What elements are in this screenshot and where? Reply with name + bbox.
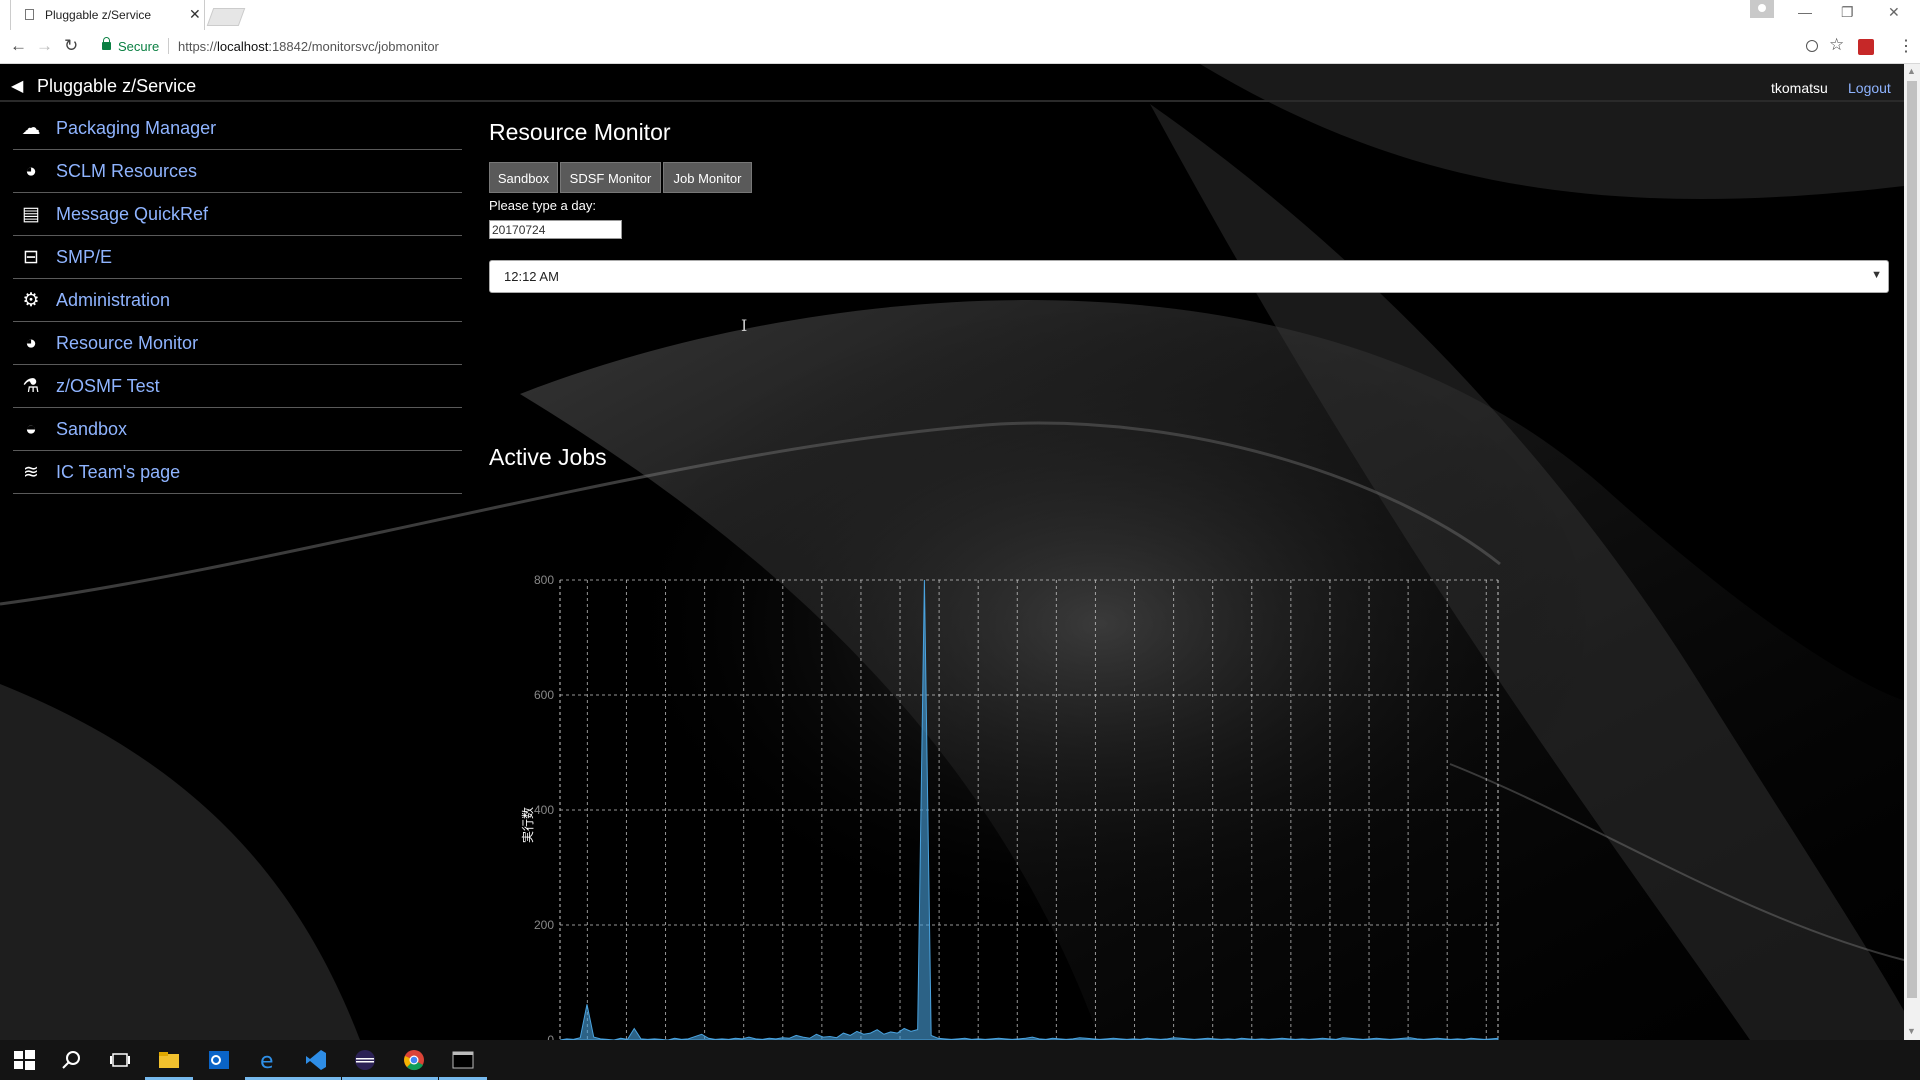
time-select-value: 12:12 AM: [504, 269, 559, 284]
pie-chart-icon: ◕: [25, 333, 37, 354]
sidebar-item-label: SMP/E: [56, 247, 113, 267]
bucket-icon: ◒: [25, 419, 37, 440]
tab-sandbox[interactable]: Sandbox: [489, 162, 558, 193]
gear-icon: ⚙: [22, 290, 40, 311]
tab-sdsf-monitor[interactable]: SDSF Monitor: [560, 162, 661, 193]
sidebar-item-sclm-resources[interactable]: ◕ SCLM Resources: [13, 150, 462, 193]
command-prompt-icon[interactable]: [451, 1048, 475, 1072]
url-field[interactable]: https://localhost:18842/monitorsvc/jobmo…: [178, 39, 439, 54]
sidebar-item-label: IC Team's page: [56, 462, 181, 482]
secure-label: Secure: [118, 39, 160, 54]
scroll-up-icon[interactable]: ▲: [1907, 66, 1916, 76]
page-title: Resource Monitor: [489, 119, 671, 145]
sidebar-item-administration[interactable]: ⚙ Administration: [13, 279, 462, 322]
sidebar-item-smpe[interactable]: ⊟ SMP/E: [13, 236, 462, 279]
sidebar-item-zosmf-test[interactable]: ⚗ z/OSMF Test: [13, 365, 462, 408]
cloud-upload-icon: ☁: [21, 118, 41, 139]
sidebar-item-ic-team[interactable]: ≋ IC Team's page: [13, 451, 462, 494]
page-favicon-icon: [25, 9, 34, 20]
y-tick-label: 400: [534, 803, 554, 817]
search-icon[interactable]: [60, 1048, 84, 1072]
extension-icon[interactable]: [1858, 39, 1874, 55]
y-axis-label: 実行数: [520, 807, 535, 843]
day-input[interactable]: [489, 220, 622, 239]
sidebar-item-label: Resource Monitor: [56, 333, 199, 353]
sidebar-item-label: Message QuickRef: [56, 204, 209, 224]
close-tab-icon[interactable]: ✕: [189, 6, 201, 23]
sidebar-item-label: z/OSMF Test: [56, 376, 160, 396]
tab-job-monitor[interactable]: Job Monitor: [663, 162, 752, 193]
time-select[interactable]: 12:12 AM ▼: [489, 260, 1889, 293]
y-tick-label: 0: [547, 1033, 554, 1040]
url-path: :18842/monitorsvc/jobmonitor: [268, 39, 439, 54]
sidebar: ☁ Packaging Manager ◕ SCLM Resources ▤ M…: [13, 107, 462, 494]
plug-icon: ◀: [11, 78, 24, 95]
file-explorer-icon[interactable]: [157, 1048, 181, 1072]
url-divider: [168, 38, 169, 54]
browser-tabstrip: Pluggable z/Service ✕ — ❐ ✕: [0, 0, 1920, 30]
task-view-icon[interactable]: [108, 1048, 132, 1072]
minimize-icon[interactable]: —: [1798, 4, 1812, 20]
sidebar-item-resource-monitor[interactable]: ◕ Resource Monitor: [13, 322, 462, 365]
eclipse-icon[interactable]: [353, 1048, 377, 1072]
y-tick-label: 600: [534, 688, 554, 702]
lock-icon: [102, 37, 111, 50]
address-bar: ← → ↻ Secure https://localhost:18842/mon…: [0, 30, 1920, 64]
bookmark-star-icon[interactable]: ☆: [1829, 35, 1844, 55]
text-cursor-icon: I: [741, 316, 748, 335]
outlook-icon[interactable]: [207, 1048, 231, 1072]
active-jobs-chart: 0200400600800ASCHBPXADXMAGGJAHAIAHZSPICR…: [520, 573, 1499, 1040]
scroll-down-icon[interactable]: ▼: [1907, 1026, 1916, 1036]
tab-title: Pluggable z/Service: [45, 8, 152, 22]
username: tkomatsu: [1771, 80, 1828, 96]
logout-link[interactable]: Logout: [1848, 80, 1891, 96]
browser-menu-icon[interactable]: ⋮: [1898, 36, 1914, 56]
url-host: localhost: [217, 39, 269, 54]
url-prefix: https://: [178, 39, 218, 54]
chrome-icon[interactable]: [402, 1048, 426, 1072]
inbox-icon: ⊟: [23, 247, 39, 268]
sidebar-item-label: Administration: [56, 290, 171, 310]
database-icon: ≋: [23, 462, 39, 483]
windows-start-icon[interactable]: [12, 1048, 36, 1072]
page-scrollbar[interactable]: ▲ ▼: [1904, 64, 1920, 1040]
close-window-icon[interactable]: ✕: [1888, 4, 1900, 21]
book-icon: ▤: [22, 204, 40, 225]
chevron-down-icon: ▼: [1871, 269, 1882, 281]
sidebar-item-message-quickref[interactable]: ▤ Message QuickRef: [13, 193, 462, 236]
flask-icon: ⚗: [22, 376, 40, 397]
app-header: ◀ Pluggable z/Service tkomatsu Logout: [0, 64, 1920, 102]
sidebar-item-label: Packaging Manager: [56, 118, 217, 138]
reload-icon[interactable]: ↻: [64, 36, 78, 56]
page: ◀ Pluggable z/Service tkomatsu Logout ☁ …: [0, 64, 1920, 1040]
forward-icon[interactable]: →: [36, 36, 53, 56]
edge-browser-icon[interactable]: e: [256, 1048, 280, 1072]
sidebar-item-packaging-manager[interactable]: ☁ Packaging Manager: [13, 107, 462, 150]
y-tick-label: 800: [534, 573, 554, 587]
new-tab-button[interactable]: [206, 8, 246, 26]
svg-text:e: e: [260, 1049, 274, 1072]
taskbar: e: [0, 1040, 1920, 1080]
zoom-icon[interactable]: [1806, 40, 1818, 52]
sidebar-item-label: SCLM Resources: [56, 161, 198, 181]
scroll-thumb[interactable]: [1907, 81, 1917, 998]
sidebar-item-label: Sandbox: [56, 419, 128, 439]
app-brand[interactable]: Pluggable z/Service: [37, 76, 196, 97]
vscode-icon[interactable]: [304, 1048, 328, 1072]
back-icon[interactable]: ←: [10, 36, 27, 56]
profile-icon[interactable]: [1750, 0, 1774, 18]
y-tick-label: 200: [534, 918, 554, 932]
browser-tab[interactable]: Pluggable z/Service ✕: [10, 0, 205, 30]
pie-chart-icon: ◕: [25, 161, 37, 182]
restore-icon[interactable]: ❐: [1841, 4, 1854, 21]
day-label: Please type a day:: [489, 198, 596, 213]
chart-heading: Active Jobs: [489, 444, 607, 470]
sidebar-item-sandbox[interactable]: ◒ Sandbox: [13, 408, 462, 451]
